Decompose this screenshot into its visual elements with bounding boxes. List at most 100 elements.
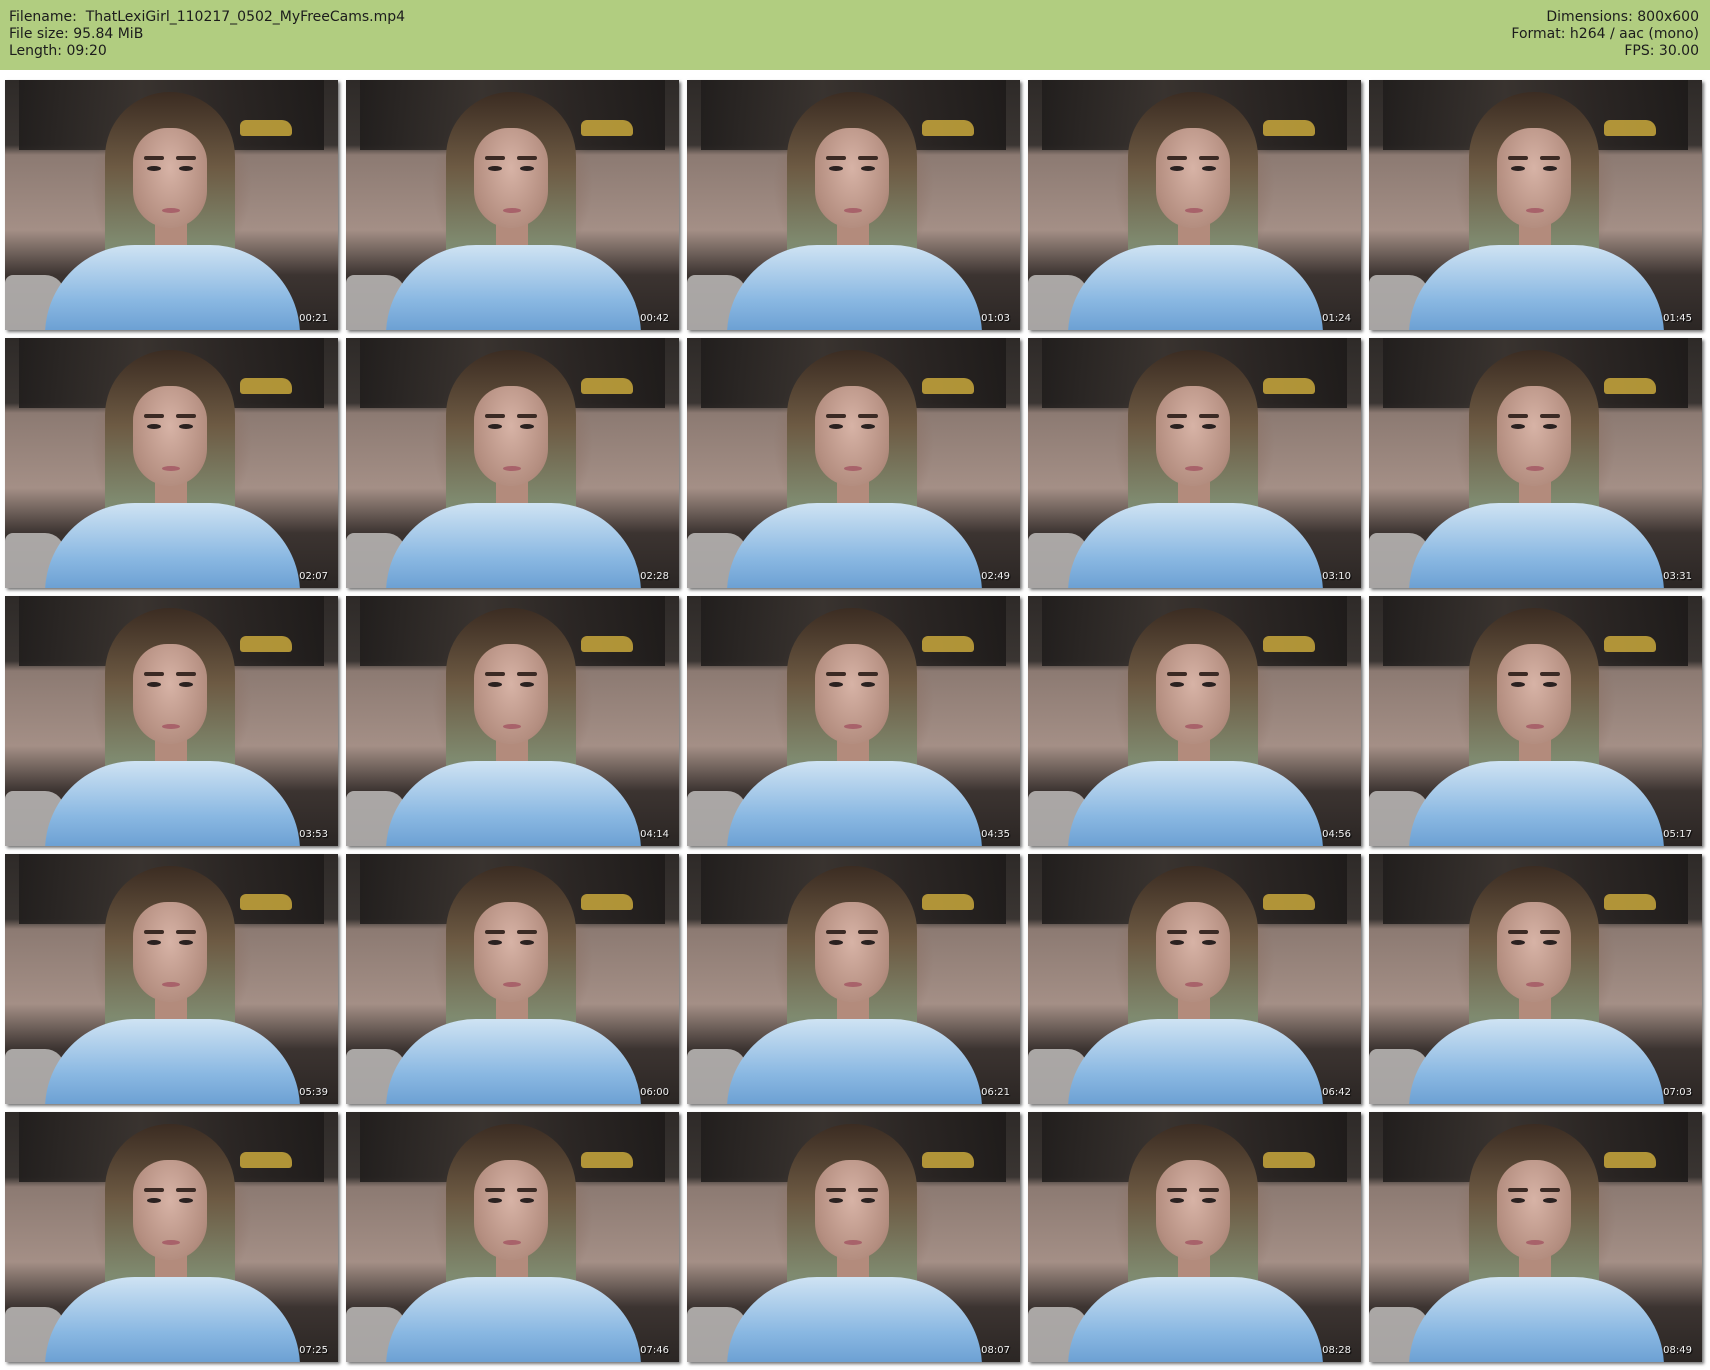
video-frame-thumbnail[interactable]: 01:45 (1369, 80, 1702, 330)
video-frame-thumbnail[interactable]: 08:28 (1028, 1112, 1361, 1362)
eye (1170, 166, 1184, 171)
lips (162, 208, 180, 213)
video-frame-thumbnail[interactable]: 03:31 (1369, 338, 1702, 588)
video-frame-thumbnail[interactable]: 04:35 (687, 596, 1020, 846)
brow (517, 156, 537, 160)
lips (503, 982, 521, 987)
lips (503, 466, 521, 471)
lips (844, 1240, 862, 1245)
poster-taxi (922, 636, 974, 652)
timestamp-label: 08:49 (1663, 1345, 1692, 1356)
brow (858, 414, 878, 418)
video-frame-thumbnail[interactable]: 05:17 (1369, 596, 1702, 846)
eye (1202, 682, 1216, 687)
video-frame-thumbnail[interactable]: 03:10 (1028, 338, 1361, 588)
timestamp-label: 04:56 (1322, 829, 1351, 840)
video-frame-thumbnail[interactable]: 07:25 (5, 1112, 338, 1362)
brow (1540, 930, 1560, 934)
face (1156, 644, 1230, 744)
shirt (1068, 1277, 1323, 1362)
face (133, 128, 207, 228)
eye (861, 940, 875, 945)
video-frame-thumbnail[interactable]: 01:03 (687, 80, 1020, 330)
brow (517, 672, 537, 676)
timestamp-label: 00:42 (640, 313, 669, 324)
video-frame-thumbnail[interactable]: 00:21 (5, 80, 338, 330)
eye (1170, 940, 1184, 945)
video-frame-thumbnail[interactable]: 05:39 (5, 854, 338, 1104)
poster-taxi (240, 378, 292, 394)
brow (826, 672, 846, 676)
dimensions-text: Dimensions: 800x600 (1546, 9, 1699, 25)
fps-text: FPS: 30.00 (1624, 43, 1699, 59)
eye (829, 682, 843, 687)
shirt (1068, 761, 1323, 846)
shirt (727, 503, 982, 588)
video-frame-thumbnail[interactable]: 02:49 (687, 338, 1020, 588)
video-frame-thumbnail[interactable]: 08:49 (1369, 1112, 1702, 1362)
timestamp-label: 06:00 (640, 1087, 669, 1098)
brow (1199, 414, 1219, 418)
shirt (386, 1019, 641, 1104)
info-header: Filename: ThatLexiGirl_110217_0502_MyFre… (0, 0, 1710, 70)
video-frame-thumbnail[interactable]: 03:53 (5, 596, 338, 846)
poster-taxi (1604, 1152, 1656, 1168)
brow (826, 156, 846, 160)
eye (147, 424, 161, 429)
eye (1543, 682, 1557, 687)
shirt (1409, 1019, 1664, 1104)
brow (1167, 1188, 1187, 1192)
face (815, 128, 889, 228)
face (1497, 128, 1571, 228)
poster-taxi (1263, 120, 1315, 136)
brow (1167, 930, 1187, 934)
brow (826, 414, 846, 418)
video-frame-thumbnail[interactable]: 04:14 (346, 596, 679, 846)
video-frame-thumbnail[interactable]: 07:03 (1369, 854, 1702, 1104)
eye (1511, 940, 1525, 945)
brow (1540, 1188, 1560, 1192)
brow (485, 156, 505, 160)
eye (1543, 1198, 1557, 1203)
video-frame-thumbnail[interactable]: 02:28 (346, 338, 679, 588)
poster-taxi (581, 120, 633, 136)
video-frame-thumbnail[interactable]: 01:24 (1028, 80, 1361, 330)
video-frame-thumbnail[interactable]: 06:21 (687, 854, 1020, 1104)
lips (1185, 466, 1203, 471)
eye (179, 424, 193, 429)
shirt (45, 1277, 300, 1362)
face (1156, 1160, 1230, 1260)
face (1497, 1160, 1571, 1260)
video-frame-thumbnail[interactable]: 06:00 (346, 854, 679, 1104)
poster-taxi (1604, 636, 1656, 652)
poster-taxi (240, 1152, 292, 1168)
timestamp-label: 08:28 (1322, 1345, 1351, 1356)
timestamp-label: 03:53 (299, 829, 328, 840)
lips (844, 982, 862, 987)
lips (503, 724, 521, 729)
brow (1199, 930, 1219, 934)
eye (179, 940, 193, 945)
brow (1199, 1188, 1219, 1192)
eye (488, 424, 502, 429)
video-frame-thumbnail[interactable]: 06:42 (1028, 854, 1361, 1104)
video-frame-thumbnail[interactable]: 07:46 (346, 1112, 679, 1362)
eye (488, 1198, 502, 1203)
video-frame-thumbnail[interactable]: 08:07 (687, 1112, 1020, 1362)
timestamp-label: 07:25 (299, 1345, 328, 1356)
video-frame-thumbnail[interactable]: 00:42 (346, 80, 679, 330)
eye (861, 1198, 875, 1203)
timestamp-label: 01:24 (1322, 313, 1351, 324)
face (133, 1160, 207, 1260)
face (474, 644, 548, 744)
poster-taxi (922, 120, 974, 136)
eye (1170, 1198, 1184, 1203)
timestamp-label: 06:21 (981, 1087, 1010, 1098)
video-frame-thumbnail[interactable]: 02:07 (5, 338, 338, 588)
eye (1511, 166, 1525, 171)
poster-taxi (581, 1152, 633, 1168)
poster-taxi (240, 636, 292, 652)
eye (1511, 682, 1525, 687)
video-frame-thumbnail[interactable]: 04:56 (1028, 596, 1361, 846)
poster-taxi (1604, 378, 1656, 394)
